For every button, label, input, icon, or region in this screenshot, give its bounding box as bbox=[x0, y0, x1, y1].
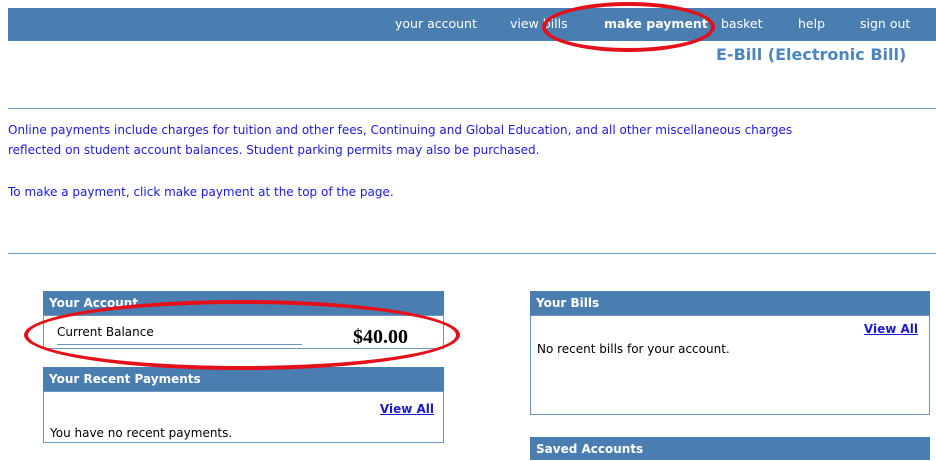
nav-make-payment[interactable]: make payment bbox=[604, 16, 708, 31]
your-bills-header: Your Bills bbox=[530, 291, 930, 315]
intro-line-2: reflected on student account balances. S… bbox=[8, 143, 540, 157]
current-balance-label: Current Balance bbox=[57, 325, 154, 339]
saved-accounts-header: Saved Accounts bbox=[530, 437, 930, 460]
top-nav-bar: your account view bills make payment bas… bbox=[8, 8, 936, 41]
nav-view-bills[interactable]: view bills bbox=[510, 16, 568, 31]
intro-line-3: To make a payment, click make payment at… bbox=[8, 185, 394, 199]
current-balance-value: $40.00 bbox=[353, 326, 408, 348]
nav-your-account[interactable]: your account bbox=[395, 16, 477, 31]
recent-payments-empty-text: You have no recent payments. bbox=[50, 426, 233, 440]
your-bills-empty-text: No recent bills for your account. bbox=[537, 342, 730, 356]
page-title: E-Bill (Electronic Bill) bbox=[716, 45, 907, 64]
intro-line-1: Online payments include charges for tuit… bbox=[8, 123, 793, 137]
recent-payments-header: Your Recent Payments bbox=[43, 367, 444, 391]
recent-payments-panel: View All You have no recent payments. bbox=[43, 391, 444, 443]
your-account-header: Your Account bbox=[43, 291, 444, 315]
balance-underline bbox=[57, 344, 302, 345]
nav-sign-out[interactable]: sign out bbox=[860, 16, 910, 31]
nav-help[interactable]: help bbox=[798, 16, 825, 31]
your-bills-view-all-link[interactable]: View All bbox=[864, 322, 918, 336]
your-account-panel: Current Balance $40.00 bbox=[43, 315, 444, 349]
divider-top bbox=[8, 108, 936, 109]
recent-payments-view-all-link[interactable]: View All bbox=[380, 402, 434, 416]
divider-bottom bbox=[8, 253, 936, 254]
nav-basket[interactable]: basket bbox=[721, 16, 763, 31]
your-bills-panel: View All No recent bills for your accoun… bbox=[530, 315, 930, 415]
